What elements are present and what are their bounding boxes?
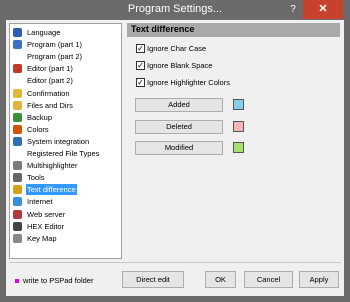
backup-icon [13,112,22,122]
modified-color-swatch[interactable] [233,142,244,153]
checkbox-label: Ignore Char Case [147,44,207,53]
tree-item-label: Colors [27,124,49,134]
tree-item-label: Registered File Types [27,149,100,158]
footer-separator [9,262,341,263]
tree-item-label: Multihighlighter [27,161,78,171]
key-icon [13,233,22,243]
tree-item-label: Files and Dirs [27,100,73,110]
flag-icon [13,28,22,37]
globe-icon [13,197,22,207]
checkbox-box[interactable]: ✓ [136,61,145,70]
tree-item-label: Key Map [27,233,57,243]
program-settings-window: Program Settings... ? ✕ Language Program … [0,0,350,302]
write-to-folder-label: write to PSPad folder [23,276,94,285]
tree-item-label: Language [27,28,61,37]
palette-icon [13,124,22,134]
added-color-swatch[interactable] [233,99,244,110]
modified-color-button[interactable]: Modified [135,141,223,155]
highlighter-icon [13,161,22,171]
ok-button[interactable]: OK [205,271,236,288]
panel-title: Text difference [131,24,195,34]
tree-item-label: Web server [27,209,66,219]
write-to-folder-checkbox[interactable] [15,279,19,283]
checkbox-label: Ignore Blank Space [147,61,213,70]
panel-header: Text difference [127,23,340,37]
pencil-icon [13,64,22,74]
tools-icon [13,173,22,183]
tree-item-label: Tools [27,173,45,183]
checkbox-box[interactable]: ✓ [136,78,145,87]
tree-item-label: Program (part 2) [27,52,83,62]
text-diff-icon [13,185,22,195]
hex-icon [13,221,22,231]
tree-item-label: Editor (part 1) [27,64,73,74]
direct-edit-button[interactable]: Direct edit [122,271,184,288]
tree-item-label: Backup [27,112,53,122]
chat-bubble-icon [13,88,22,98]
window-icon [13,40,22,50]
added-color-button[interactable]: Added [135,98,223,112]
tree-item-label: Program (part 1) [27,40,83,50]
checkbox-label: Ignore Highlighter Colors [147,78,230,87]
title-bar[interactable]: Program Settings... ? ✕ [0,0,350,20]
folder-icon [13,100,22,110]
dialog-client-area: Language Program (part 1) Program (part 2)… [6,20,344,296]
cancel-button[interactable]: Cancel [244,271,293,288]
tree-item-label: Editor (part 2) [27,76,73,86]
tree-item-label: Internet [27,197,53,207]
deleted-color-button[interactable]: Deleted [135,120,223,134]
help-button[interactable]: ? [283,0,303,20]
tree-item-label: System integration [27,136,90,146]
tree-item-label: Text difference [26,184,77,196]
settings-tree[interactable]: Language Program (part 1) Program (part 2)… [9,23,122,259]
checkbox-box[interactable]: ✓ [136,44,145,53]
web-server-icon [13,209,22,219]
tree-item-label: HEX Editor [27,221,65,231]
close-button[interactable]: ✕ [303,0,343,19]
tree-item-label: Confirmation [27,88,70,98]
deleted-color-swatch[interactable] [233,121,244,132]
apply-button[interactable]: Apply [299,271,339,288]
monitor-icon [13,136,22,146]
